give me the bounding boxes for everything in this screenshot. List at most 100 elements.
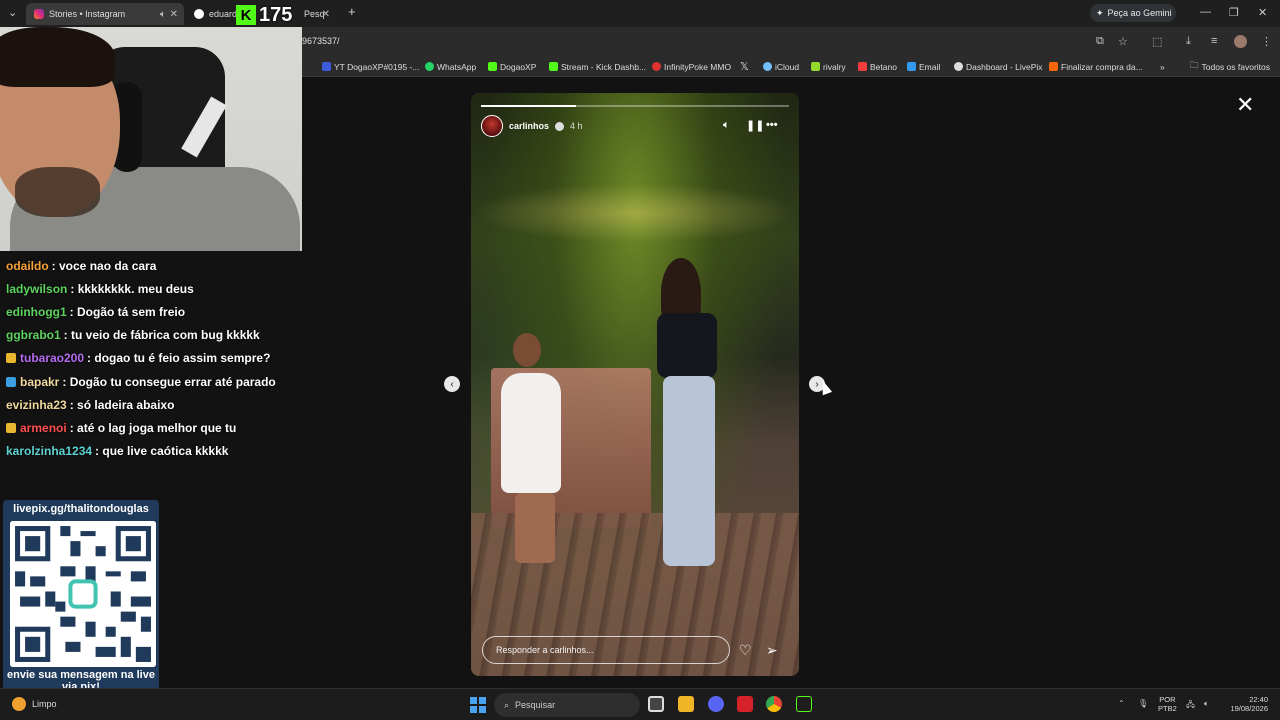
search-icon: ⌕ xyxy=(504,699,510,710)
extensions-icon[interactable]: ⬚ xyxy=(1152,35,1162,48)
chat-message: ggbrabo1: tu veio de fábrica com bug kkk… xyxy=(0,324,300,347)
download-icon[interactable]: ⤓ xyxy=(1186,35,1191,48)
kick-logo-icon: K xyxy=(236,5,256,25)
string-lights xyxy=(471,183,799,243)
bookmark-label: iCloud xyxy=(775,61,800,72)
chat-text: : até o lag joga melhor que tu xyxy=(69,420,237,435)
close-tab-icon[interactable]: ✕ xyxy=(322,9,330,20)
more-bookmarks-chevron-icon[interactable]: » xyxy=(1160,60,1165,73)
microphone-icon[interactable]: 🎙︎ xyxy=(1138,699,1148,708)
speaker-icon[interactable]: 🔈︎ xyxy=(160,9,166,20)
send-direct-icon[interactable]: ➢ xyxy=(766,642,778,659)
close-window-icon[interactable]: ✕ xyxy=(1258,6,1267,19)
email-icon xyxy=(907,62,916,71)
task-view-icon[interactable] xyxy=(648,696,664,712)
language-indicator[interactable]: POR PTB2 xyxy=(1158,695,1177,713)
story-avatar[interactable] xyxy=(481,115,503,137)
instagram-icon xyxy=(34,9,44,19)
gemini-button[interactable]: ✦ Peça ao Gemini xyxy=(1090,4,1176,22)
menu-kebab-icon[interactable]: ⋮ xyxy=(1261,35,1272,48)
bookmark-star-icon[interactable]: ☆ xyxy=(1118,35,1128,48)
chat-username: bapakr xyxy=(20,374,60,389)
person-white-dress xyxy=(489,333,574,583)
bookmark-dogaoxp[interactable]: DogaoXP xyxy=(488,60,536,73)
bookmark-label: DogaoXP xyxy=(500,61,537,72)
all-bookmarks-folder[interactable]: 🗀︎ Todos os favoritos xyxy=(1190,60,1270,73)
bookmark-kick-dashboard[interactable]: Stream - Kick Dashb... xyxy=(549,60,646,73)
chat-username: odaildo xyxy=(6,258,49,273)
betano-icon xyxy=(858,62,867,71)
chat-text: : só ladeira abaixo xyxy=(69,397,175,412)
webcam-overlay xyxy=(0,27,302,251)
weather-widget[interactable]: Limpo xyxy=(12,697,57,711)
windows-start-icon[interactable] xyxy=(470,697,486,713)
chat-username: ladywilson xyxy=(6,281,68,296)
mute-speaker-icon[interactable]: 🔈︎ xyxy=(723,119,730,132)
tab-instagram-stories[interactable]: Stories • Instagram 🔈︎ ✕ xyxy=(26,3,184,25)
kick-app-icon[interactable] xyxy=(796,696,812,712)
pause-icon[interactable]: ❚❚ xyxy=(746,119,764,132)
install-app-icon[interactable]: ⧉ xyxy=(1096,35,1104,48)
heart-like-icon[interactable]: ♡ xyxy=(739,642,752,659)
google-icon xyxy=(194,9,204,19)
volume-icon[interactable]: 🔈︎ xyxy=(1204,699,1209,709)
bookmark-email[interactable]: Email xyxy=(907,60,940,73)
story-card[interactable]: carlinhos 4 h 🔈︎ ❚❚ ••• Responder a carl… xyxy=(471,93,799,676)
more-options-icon[interactable]: ••• xyxy=(766,119,778,131)
windows-taskbar: Limpo ⌕ Pesquisar ⌃ 🎙︎ POR PTB2 🖧︎ 🔈︎ 22… xyxy=(0,688,1280,720)
profile-avatar-icon[interactable] xyxy=(1234,35,1247,48)
network-icon[interactable]: 🖧︎ xyxy=(1186,699,1195,713)
bookmark-icloud[interactable]: iCloud xyxy=(763,60,799,73)
x-logo-icon: 𝕏 xyxy=(740,61,749,73)
story-header: carlinhos 4 h xyxy=(481,115,583,137)
chat-username: armenoi xyxy=(20,420,67,435)
maximize-icon[interactable]: ❐ xyxy=(1229,6,1239,19)
bookmark-finalizar-compra[interactable]: Finalizar compra da... xyxy=(1049,60,1143,73)
reply-input[interactable]: Responder a carlinhos... xyxy=(482,636,730,664)
folder-icon: 🗀︎ xyxy=(1190,59,1199,70)
bookmark-x[interactable]: 𝕏 xyxy=(740,60,749,73)
url-text[interactable]: 9673537/ xyxy=(302,36,340,46)
minimize-icon[interactable]: — xyxy=(1200,6,1211,18)
bookmark-livepix-dashboard[interactable]: Dashboard - LivePix xyxy=(954,60,1043,73)
media-controls-icon[interactable]: ≡ xyxy=(1211,35,1217,47)
discord-icon[interactable] xyxy=(708,696,724,712)
story-username[interactable]: carlinhos xyxy=(509,121,549,131)
tab-search-chevron-icon[interactable]: ⌄ xyxy=(8,6,17,19)
chat-message: odaildo: voce nao da cara xyxy=(0,254,300,277)
chat-message: karolzinha1234: que live caótica kkkkk xyxy=(0,440,300,463)
stream-chat: odaildo: voce nao da cara ladywilson: kk… xyxy=(0,254,300,463)
chat-text: : Dogão tu consegue errar até parado xyxy=(62,374,276,389)
chrome-icon[interactable] xyxy=(766,696,782,712)
system-clock[interactable]: 22:40 19/08/2026 xyxy=(1220,695,1268,713)
close-stories-icon[interactable]: ✕ xyxy=(1236,94,1254,116)
taskbar-search[interactable]: ⌕ Pesquisar xyxy=(494,693,640,717)
tab-title: Stories • Instagram xyxy=(49,9,126,19)
whatsapp-icon xyxy=(425,62,434,71)
bookmark-rivalry[interactable]: rivalry xyxy=(811,60,846,73)
bookmark-betano[interactable]: Betano xyxy=(858,60,897,73)
bookmark-infinitypoke[interactable]: InfinityPoke MMO xyxy=(652,60,731,73)
chat-message: tubarao200: dogao tu é feio assim sempre… xyxy=(0,347,300,370)
shop-icon xyxy=(1049,62,1058,71)
bookmark-yt-dogaoxp[interactable]: YT DogaoXP#0195 -... xyxy=(322,60,419,73)
previous-story-icon[interactable]: ‹ xyxy=(444,376,460,392)
all-bookmarks-label: Todos os favoritos xyxy=(1201,61,1271,72)
chat-message: armenoi: até o lag joga melhor que tu xyxy=(0,416,300,439)
tray-chevron-icon[interactable]: ⌃ xyxy=(1118,699,1125,708)
bookmark-label: rivalry xyxy=(823,61,846,72)
person-black-top xyxy=(639,258,729,573)
bookmark-whatsapp[interactable]: WhatsApp xyxy=(425,60,476,73)
verified-badge-icon xyxy=(555,121,565,131)
moderator-badge-icon xyxy=(6,376,16,387)
new-tab-plus-icon[interactable]: + xyxy=(348,4,356,19)
story-progress-fill xyxy=(481,105,577,107)
chat-text: : Dogão tá sem freio xyxy=(69,304,186,319)
z-app-icon[interactable] xyxy=(737,696,753,712)
chat-username: karolzinha1234 xyxy=(6,444,93,459)
sun-icon xyxy=(12,697,26,711)
chat-username: tubarao200 xyxy=(20,351,85,366)
close-tab-icon[interactable]: ✕ xyxy=(170,9,178,20)
file-explorer-icon[interactable] xyxy=(678,696,694,712)
bookmark-favicon-icon xyxy=(322,62,331,71)
